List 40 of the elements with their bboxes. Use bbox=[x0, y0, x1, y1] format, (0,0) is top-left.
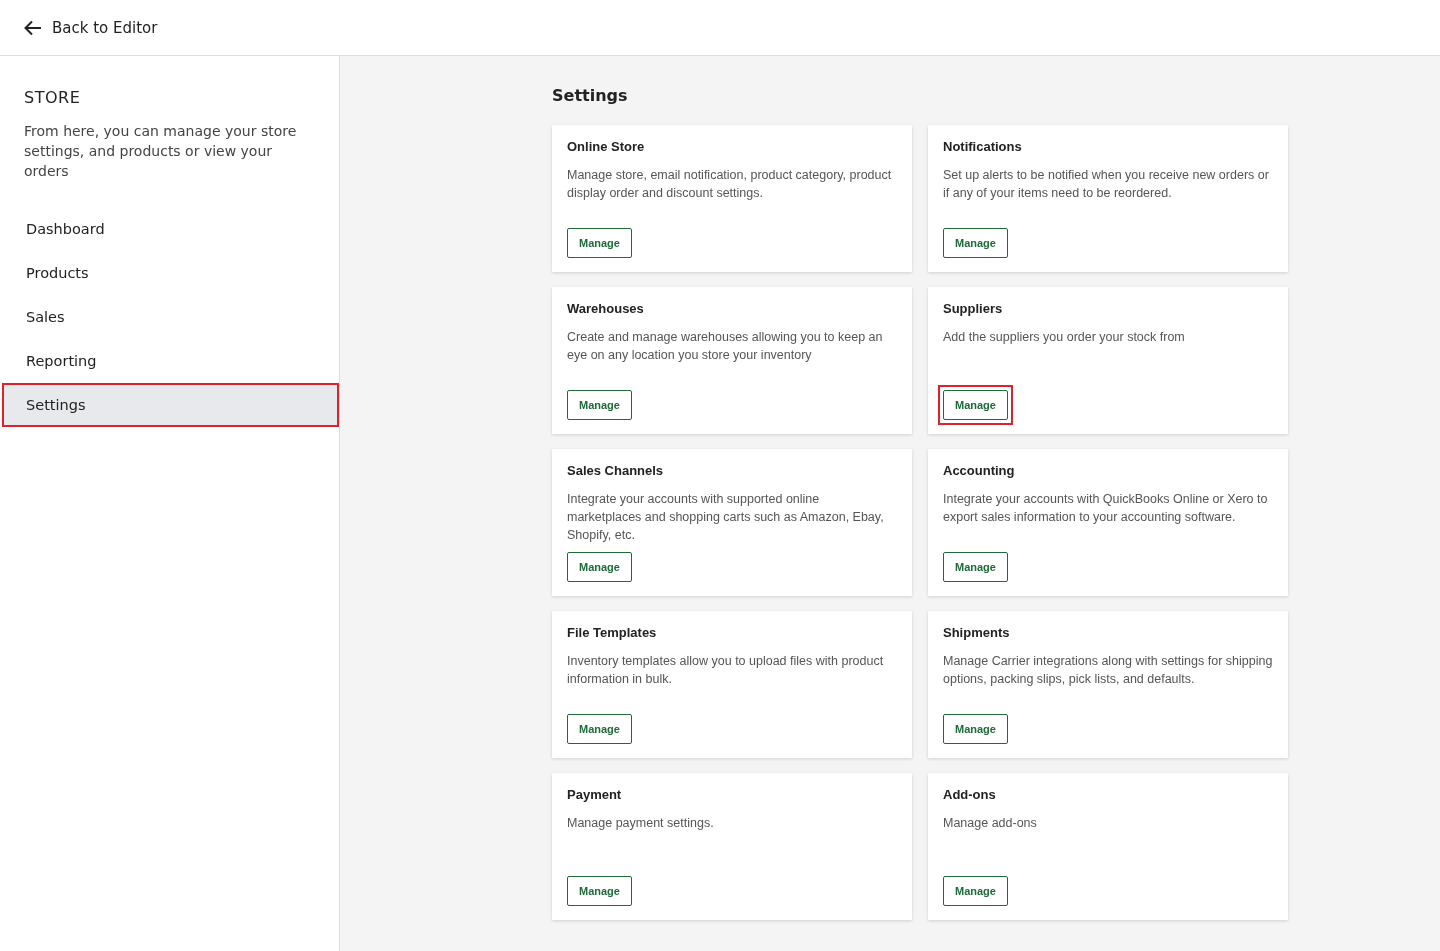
card-title: Suppliers bbox=[943, 301, 1004, 316]
page-title: Settings bbox=[552, 86, 629, 105]
card-description: Add the suppliers you order your stock from bbox=[943, 329, 1186, 346]
manage-button[interactable]: Manage bbox=[567, 228, 632, 258]
manage-button[interactable]: Manage bbox=[567, 876, 632, 906]
manage-button[interactable]: Manage bbox=[943, 390, 1008, 420]
card-description: Set up alerts to be notified when you receive new orders or if any of your items need to be reordered. bbox=[943, 167, 1270, 202]
manage-button[interactable]: Manage bbox=[567, 714, 632, 744]
manage-button[interactable]: Manage bbox=[567, 390, 632, 420]
sidebar-description: From here, you can manage your store settings, and products or view your orders bbox=[23, 122, 298, 181]
card-description: Integrate your accounts with supported online marketplaces and shopping carts such as Amazon, Ebay, Shopify, etc. bbox=[567, 491, 885, 544]
card-description: Manage add-ons bbox=[943, 815, 1038, 832]
sidebar-item[interactable]: Products bbox=[2, 251, 339, 295]
card-description: Manage store, email notification, product category, product display order and discount settings. bbox=[567, 167, 893, 202]
arrow-left-icon bbox=[24, 19, 42, 36]
card-title: Shipments bbox=[943, 625, 1011, 640]
manage-button[interactable]: Manage bbox=[943, 714, 1008, 744]
card-title: File Templates bbox=[567, 625, 658, 640]
card-title: Payment bbox=[567, 787, 623, 802]
sidebar-item[interactable]: Settings bbox=[2, 383, 339, 427]
card-title: Accounting bbox=[943, 463, 1016, 478]
back-link[interactable]: Back to Editor bbox=[24, 18, 158, 37]
manage-button[interactable]: Manage bbox=[567, 552, 632, 582]
card-description: Manage Carrier integrations along with settings for shipping options, packing slips, pick lists, and defaults. bbox=[943, 653, 1273, 688]
card-title: Warehouses bbox=[567, 301, 645, 316]
card-description: Manage payment settings. bbox=[567, 815, 715, 832]
card-title: Add-ons bbox=[943, 787, 997, 802]
card-description: Integrate your accounts with QuickBooks Online or Xero to export sales information to your accounting software. bbox=[943, 491, 1269, 526]
sidebar-item[interactable]: Dashboard bbox=[2, 207, 339, 251]
manage-button[interactable]: Manage bbox=[943, 228, 1008, 258]
card-title: Sales Channels bbox=[567, 463, 665, 478]
card-description: Inventory templates allow you to upload files with product information in bulk. bbox=[567, 653, 885, 688]
sidebar-item[interactable]: Sales bbox=[2, 295, 339, 339]
manage-button[interactable]: Manage bbox=[943, 876, 1008, 906]
card-description: Create and manage warehouses allowing you to keep an eye on any location you store your inventory bbox=[567, 329, 884, 364]
card-title: Notifications bbox=[943, 139, 1023, 154]
sidebar-item[interactable]: Reporting bbox=[2, 339, 339, 383]
sidebar-title: STORE bbox=[23, 88, 82, 107]
manage-button[interactable]: Manage bbox=[943, 552, 1008, 582]
card-title: Online Store bbox=[567, 139, 646, 154]
